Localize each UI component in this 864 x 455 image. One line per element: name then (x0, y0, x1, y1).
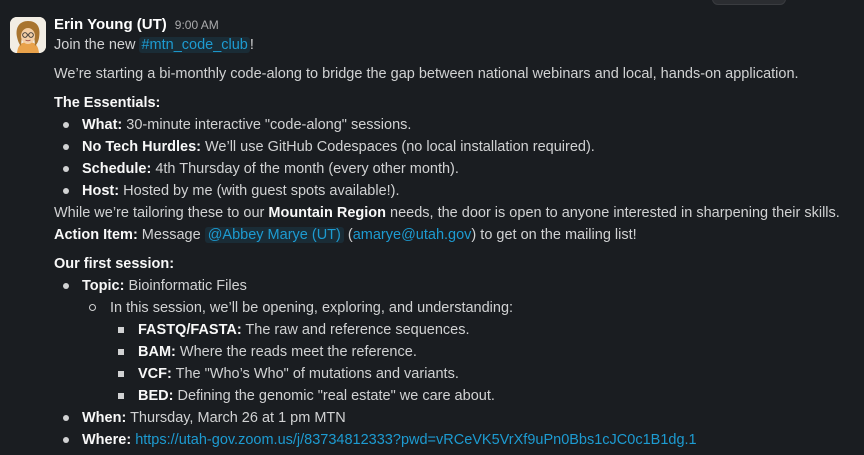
file-type-label: FASTQ/FASTA: (138, 322, 242, 338)
file-type-text: The raw and reference sequences. (241, 322, 470, 338)
region-prefix: While we’re tailoring these to our (54, 205, 269, 221)
essentials-heading: The Essentials: (54, 92, 860, 114)
item-text: Hosted by me (with guest spots available… (119, 183, 400, 199)
item-label: What: (82, 117, 123, 133)
cartoon-portrait-icon (10, 17, 46, 53)
file-type-text: Defining the genomic "real estate" we ca… (173, 388, 495, 404)
item-text: 4th Thursday of the month (every other m… (151, 161, 459, 177)
file-type-label: BAM: (138, 344, 176, 360)
description-text: We’re starting a bi-monthly code-along t… (54, 66, 799, 82)
item-label: Schedule: (82, 161, 152, 177)
where-label: Where: (82, 432, 132, 448)
list-item-where: Where: https://utah-gov.zoom.us/j/837348… (54, 429, 860, 451)
message-header: Erin Young (UT) 9:00 AM (54, 15, 860, 34)
item-text: 30-minute interactive "code-along" sessi… (122, 117, 412, 133)
session-intro-text: In this session, we’ll be opening, explo… (110, 300, 514, 316)
session-heading: Our first session: (54, 253, 860, 275)
file-type-text: The "Who’s Who" of mutations and variant… (171, 366, 459, 382)
list-item: FASTQ/FASTA: The raw and reference seque… (110, 319, 860, 341)
when-label: When: (82, 410, 127, 426)
action-item-suffix: to get on the mailing list! (476, 227, 637, 243)
essentials-list: What: 30-minute interactive "code-along"… (54, 114, 860, 202)
list-item: Host: Hosted by me (with guest spots ava… (54, 180, 860, 202)
file-types-list: FASTQ/FASTA: The raw and reference seque… (110, 319, 860, 407)
email-link[interactable]: amarye@utah.gov (353, 227, 472, 243)
list-item: What: 30-minute interactive "code-along"… (54, 114, 860, 136)
channel-link[interactable]: #mtn_code_club (139, 37, 250, 53)
item-label: No Tech Hurdles: (82, 139, 201, 155)
list-item: BAM: Where the reads meet the reference. (110, 341, 860, 363)
topic-label: Topic: (82, 278, 125, 294)
user-mention[interactable]: @Abbey Marye (UT) (204, 227, 344, 243)
session-heading-text: Our first session: (54, 256, 175, 272)
action-item-line: Action Item: Message @Abbey Marye (UT) (… (54, 224, 860, 246)
item-text: We’ll use GitHub Codespaces (no local in… (200, 139, 595, 155)
session-list: Topic: Bioinformatic Files In this sessi… (54, 275, 860, 451)
zoom-link[interactable]: https://utah-gov.zoom.us/j/83734812333?p… (135, 432, 696, 448)
list-item: No Tech Hurdles: We’ll use GitHub Codesp… (54, 136, 860, 158)
item-label: Host: (82, 183, 120, 199)
paren-open: ( (343, 227, 353, 243)
essentials-heading-text: The Essentials: (54, 95, 161, 111)
message-actions-toolbar[interactable] (712, 0, 786, 5)
action-item-label: Action Item: (54, 227, 138, 243)
list-item: BED: Defining the genomic "real estate" … (110, 385, 860, 407)
file-type-label: BED: (138, 388, 174, 404)
list-item: Schedule: 4th Thursday of the month (eve… (54, 158, 860, 180)
when-text: Thursday, March 26 at 1 pm MTN (126, 410, 346, 426)
list-item-topic: Topic: Bioinformatic Files In this sessi… (54, 275, 860, 407)
author-name[interactable]: Erin Young (UT) (54, 15, 167, 34)
topic-text: Bioinformatic Files (124, 278, 247, 294)
region-bold: Mountain Region (268, 205, 386, 221)
region-line: While we’re tailoring these to our Mount… (54, 202, 860, 224)
list-item: In this session, we’ll be opening, explo… (82, 297, 860, 407)
intro-line: Join the new #mtn_code_club! (54, 34, 860, 56)
region-suffix: needs, the door is open to anyone intere… (385, 205, 840, 221)
topic-sublist: In this session, we’ll be opening, explo… (82, 297, 860, 407)
timestamp[interactable]: 9:00 AM (175, 16, 219, 35)
avatar[interactable] (10, 17, 46, 53)
list-item-when: When: Thursday, March 26 at 1 pm MTN (54, 407, 860, 429)
intro-suffix: ! (249, 37, 254, 53)
file-type-label: VCF: (138, 366, 172, 382)
action-item-prefix: Message (137, 227, 205, 243)
message-content: Erin Young (UT) 9:00 AM Join the new #mt… (54, 15, 860, 451)
list-item: VCF: The "Who’s Who" of mutations and va… (110, 363, 860, 385)
file-type-text: Where the reads meet the reference. (175, 344, 417, 360)
intro-prefix: Join the new (54, 37, 140, 53)
